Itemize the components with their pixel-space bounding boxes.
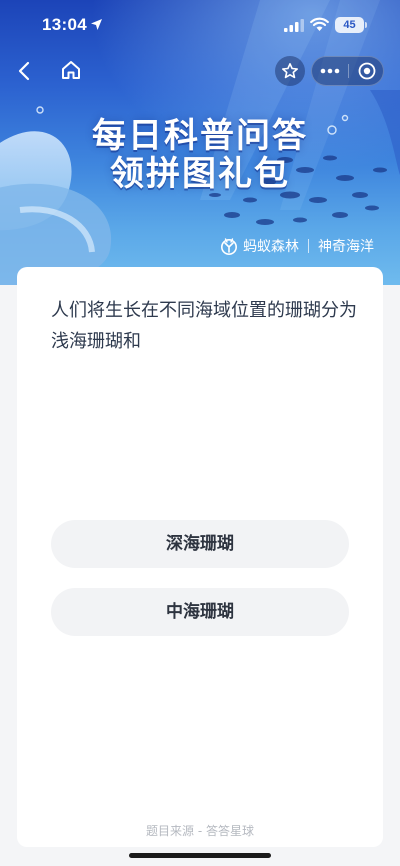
battery-tip xyxy=(365,22,367,28)
hero-title-line2: 领拼图礼包 xyxy=(110,154,290,194)
star-icon xyxy=(282,63,298,79)
brand-row: 蚂蚁森林 神奇海洋 xyxy=(220,236,374,256)
question-source: 题目来源 - 答答星球 xyxy=(146,824,254,838)
status-time: 13:04 xyxy=(42,15,87,34)
signal-icon xyxy=(284,19,304,32)
more-button[interactable] xyxy=(312,57,348,85)
brand-name: 蚂蚁森林 xyxy=(243,239,299,255)
ant-forest-logo-icon xyxy=(221,238,237,255)
target-circle-icon xyxy=(358,62,375,80)
quiz-card: 人们将生长在不同海域位置的珊瑚分为浅海珊瑚和 深海珊瑚 中海珊瑚 题目来源 - … xyxy=(17,267,383,847)
home-indicator xyxy=(129,853,271,858)
mini-program-capsule xyxy=(311,56,384,86)
close-button[interactable] xyxy=(349,57,384,85)
hero-banner: 13:04 45 每日科普问答 领拼图礼包 蚂蚁森林 神奇海洋 xyxy=(0,0,400,285)
status-bar: 13:04 45 xyxy=(0,0,400,52)
back-button[interactable] xyxy=(12,58,38,84)
brand-separator xyxy=(308,239,309,253)
wifi-icon xyxy=(310,17,329,31)
question-text: 人们将生长在不同海域位置的珊瑚分为浅海珊瑚和 xyxy=(51,300,357,352)
home-button[interactable] xyxy=(58,57,84,83)
option-button-2[interactable]: 中海珊瑚 xyxy=(51,588,349,636)
battery-indicator: 45 xyxy=(335,17,364,33)
option-button-1[interactable]: 深海珊瑚 xyxy=(51,520,349,568)
more-dots-icon xyxy=(320,68,340,74)
location-arrow-icon xyxy=(91,19,102,30)
partner-name: 神奇海洋 xyxy=(318,239,374,255)
favorite-button[interactable] xyxy=(275,56,305,86)
